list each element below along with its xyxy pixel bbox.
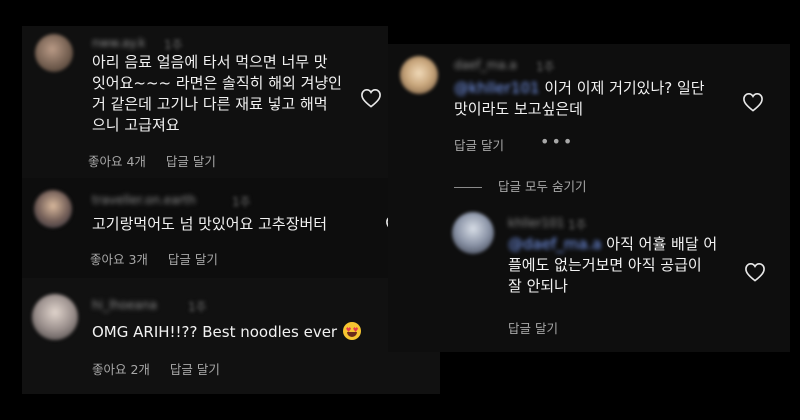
avatar[interactable] bbox=[32, 294, 78, 340]
likes-count[interactable]: 좋아요 2개 bbox=[92, 362, 150, 377]
divider bbox=[454, 187, 482, 188]
comment-line: 잘 안되나 bbox=[508, 277, 568, 295]
mention-link[interactable]: @daef_ma.a bbox=[508, 235, 602, 253]
comment-line: 맛이라도 보고싶은데 bbox=[454, 100, 583, 118]
comment-time: 1주 bbox=[568, 218, 587, 232]
comment-line: 거 같은데 고기나 다른 재료 넣고 해먹 bbox=[92, 95, 328, 113]
comment-line: 아직 어휼 배달 어 bbox=[606, 235, 718, 253]
likes-count[interactable]: 좋아요 4개 bbox=[88, 154, 146, 169]
heart-icon[interactable] bbox=[744, 262, 766, 282]
comment-actions: 답글 달기 bbox=[508, 318, 574, 337]
comment-actions: 답글 달기 bbox=[454, 135, 520, 154]
comment-card: traveller.on.earth 1주 고기랑먹어도 넘 맛있어요 고추장버… bbox=[22, 178, 406, 278]
comment-username[interactable]: khller101 bbox=[508, 216, 564, 230]
comment-time: 1주 bbox=[232, 195, 251, 209]
comment-username[interactable]: daef_ma.a bbox=[454, 58, 517, 72]
comment-text: 아리 음료 얼음에 타서 먹으면 너무 맛 잇어요~~~ 라면은 솔직히 해외 … bbox=[92, 52, 342, 136]
hide-replies-label: 답글 모두 숨기기 bbox=[498, 179, 587, 194]
reply-thread: daef_ma.a 1주 @khller101 이거 이제 거기있나? 일단 맛… bbox=[388, 44, 790, 352]
mention-link[interactable]: @khller101 bbox=[454, 79, 540, 97]
comment-line: 잇어요~~~ 라면은 솔직히 해외 겨냥인 bbox=[92, 74, 342, 92]
comment-line: 아리 음료 얼음에 타서 먹으면 너무 맛 bbox=[92, 53, 328, 71]
comment-text: 고기랑먹어도 넘 맛있어요 고추장버터 bbox=[92, 215, 328, 233]
comment-actions: 좋아요 4개 답글 달기 bbox=[88, 151, 232, 170]
comment-text: @khller101 이거 이제 거기있나? 일단 맛이라도 보고싶은데 bbox=[454, 78, 705, 120]
heart-icon[interactable] bbox=[360, 88, 382, 108]
avatar[interactable] bbox=[35, 34, 73, 72]
comment-line: 플에도 없는거보면 아직 공급이 bbox=[508, 256, 702, 274]
comment-line: OMG ARIH!!?? Best noodles ever bbox=[92, 323, 338, 341]
comment-text: @daef_ma.a 아직 어휼 배달 어 플에도 없는거보면 아직 공급이 잘… bbox=[508, 234, 717, 297]
comment-time: 1주 bbox=[164, 38, 183, 52]
comment-username[interactable]: hi_lhoeana bbox=[92, 298, 157, 312]
comment-card: hi_lhoeana 1주 OMG ARIH!!?? Best noodles … bbox=[22, 278, 440, 394]
comment-actions: 좋아요 2개 답글 달기 bbox=[92, 359, 236, 378]
comment-line: 으니 고급져요 bbox=[92, 116, 180, 134]
heart-icon[interactable] bbox=[742, 92, 764, 112]
comment-time: 1주 bbox=[536, 60, 555, 74]
comment-card: nww.ay.k 1주 아리 음료 얼음에 타서 먹으면 너무 맛 잇어요~~~… bbox=[22, 26, 388, 178]
likes-count[interactable]: 좋아요 3개 bbox=[90, 252, 148, 267]
reply-button[interactable]: 답글 달기 bbox=[168, 252, 218, 267]
more-icon[interactable]: ••• bbox=[540, 132, 574, 151]
reply-button[interactable]: 답글 달기 bbox=[170, 362, 220, 377]
reply-button[interactable]: 답글 달기 bbox=[508, 321, 558, 336]
avatar[interactable] bbox=[400, 56, 438, 94]
comment-username[interactable]: nww.ay.k bbox=[92, 36, 145, 50]
heart-eyes-emoji bbox=[343, 322, 362, 340]
comment-text: OMG ARIH!!?? Best noodles ever bbox=[92, 322, 362, 343]
reply-button[interactable]: 답글 달기 bbox=[166, 154, 216, 169]
comment-line: 이거 이제 거기있나? 일단 bbox=[544, 79, 705, 97]
comment-time: 1주 bbox=[188, 300, 207, 314]
comment-username[interactable]: traveller.on.earth bbox=[92, 193, 196, 207]
avatar[interactable] bbox=[34, 190, 72, 228]
reply-button[interactable]: 답글 달기 bbox=[454, 138, 504, 153]
avatar[interactable] bbox=[452, 212, 494, 254]
comment-actions: 좋아요 3개 답글 달기 bbox=[90, 249, 234, 268]
hide-replies-button[interactable]: 답글 모두 숨기기 bbox=[454, 176, 586, 195]
